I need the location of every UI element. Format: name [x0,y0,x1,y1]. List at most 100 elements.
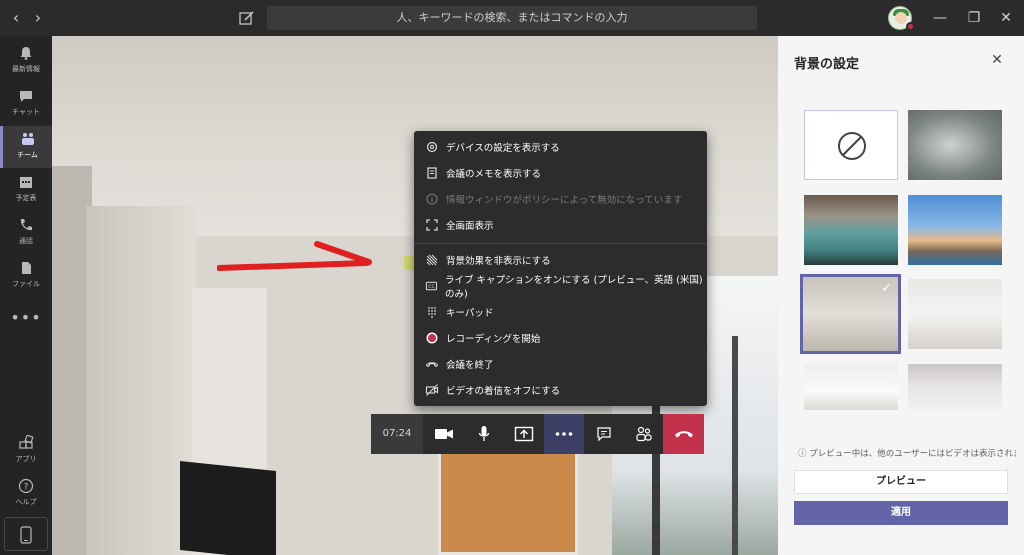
rail-label: 最新情報 [12,65,40,73]
menu-item-info-pane: 情報ウィンドウがポリシーによって無効になっています [414,186,707,212]
gear-icon [426,141,438,153]
share-screen-button[interactable] [504,414,544,454]
end-meeting-icon [425,362,439,368]
rail-item-calendar[interactable]: 予定表 [0,169,52,211]
menu-item-label: キーパッド [446,308,494,319]
rail-label: チャット [12,108,40,116]
camera-icon [435,429,453,439]
rail-item-help[interactable]: ? ヘルプ [0,473,52,515]
preview-button[interactable]: プレビュー [794,470,1008,494]
bell-icon [20,47,32,60]
menu-item-device-settings[interactable]: デバイスの設定を表示する [414,134,707,160]
menu-item-end-meeting[interactable]: 会議を終了 [414,351,707,377]
background-settings-panel: 背景の設定 ✕ ✓ ⓘ プレビュー中は、他のユーザーにはビデオは表示されま… プ… [778,36,1024,555]
background-room-selected[interactable]: ✓ [800,274,901,354]
menu-item-keypad[interactable]: キーパッド [414,299,707,325]
menu-item-label: 会議を終了 [446,360,494,371]
menu-item-label: 背景効果を非表示にする [446,256,551,267]
microphone-button[interactable] [464,414,504,454]
search-input[interactable]: 人、キーワードの検索、またはコマンドの入力 [267,6,757,30]
background-room-3[interactable] [804,364,898,410]
title-bar: ‹ › 人、キーワードの検索、またはコマンドの入力 — ❐ ✕ [0,0,1024,36]
rail-label: チーム [17,151,38,159]
camera-button[interactable] [424,414,464,454]
menu-item-fullscreen[interactable]: 全画面表示 [414,212,707,238]
restore-icon[interactable]: ❐ [964,8,984,28]
more-apps-icon[interactable]: ••• [0,308,52,327]
chat-button[interactable] [584,414,624,454]
info-icon: ⓘ [798,449,810,459]
background-room-4[interactable] [908,364,1002,410]
phone-icon [20,219,32,231]
rail-label: 予定表 [15,194,37,202]
apps-icon [19,435,34,449]
device-button[interactable] [4,517,48,551]
compose-icon[interactable] [238,9,256,27]
more-options-menu: デバイスの設定を表示する 会議のメモを表示する 情報ウィンドウがポリシーによって… [414,131,707,406]
menu-item-label: 会議のメモを表示する [446,169,542,180]
keypad-icon [428,307,436,318]
menu-item-label: 情報ウィンドウがポリシーによって無効になっています [446,195,683,206]
back-icon[interactable]: ‹ [6,8,26,28]
forward-icon[interactable]: › [28,8,48,28]
preview-info: ⓘ プレビュー中は、他のユーザーにはビデオは表示されま… [798,447,1016,459]
hang-up-icon [674,431,693,438]
presence-busy-icon [906,22,915,31]
menu-item-label: 全画面表示 [446,221,494,232]
rail-label: ヘルプ [15,498,37,506]
chat-bubble-icon [597,427,611,442]
participants-button[interactable] [624,414,664,454]
preview-info-text: プレビュー中は、他のユーザーにはビデオは表示されま… [809,449,1016,459]
menu-item-background-effects[interactable]: 背景効果を非表示にする [414,247,707,273]
svg-text:?: ? [24,483,29,493]
teams-icon [21,133,34,145]
background-room-2[interactable] [908,279,1002,349]
svg-text:CC: CC [428,284,434,290]
rail-label: ファイル [12,280,40,288]
menu-item-label: ビデオの着信をオフにする [446,386,561,397]
phone-device-icon [20,526,32,544]
background-none[interactable] [804,110,898,180]
notes-icon [427,167,437,179]
video-off-icon [425,384,439,396]
menu-item-label: デバイスの設定を表示する [446,143,560,154]
menu-divider [414,243,707,244]
background-effects-icon [426,254,438,266]
rail-item-teams[interactable]: チーム [0,126,52,168]
more-icon [555,432,573,436]
participants-icon [636,426,652,442]
rail-item-calls[interactable]: 通話 [0,212,52,254]
info-icon [426,193,438,205]
hang-up-button[interactable] [663,414,704,454]
rail-label: 通話 [19,237,33,245]
panel-title: 背景の設定 [794,57,860,72]
menu-item-start-recording[interactable]: レコーディングを開始 [414,325,707,351]
rail-item-files[interactable]: ファイル [0,255,52,297]
help-icon: ? [18,478,34,494]
minimize-icon[interactable]: — [930,8,950,28]
menu-item-label: レコーディングを開始 [446,334,541,345]
background-beach[interactable] [908,195,1002,265]
menu-item-turn-off-incoming-video[interactable]: ビデオの着信をオフにする [414,377,707,403]
rail-item-activity[interactable]: 最新情報 [0,40,52,82]
close-icon[interactable]: ✕ [988,51,1006,69]
apply-button[interactable]: 適用 [794,501,1008,525]
rail-item-apps[interactable]: アプリ [0,430,52,472]
fullscreen-icon [426,219,438,231]
call-controls: 07:24 [371,414,704,454]
share-screen-icon [514,426,534,442]
app-rail: 最新情報 チャット チーム 予定表 通話 ファイル ••• アプリ ? ヘルプ [0,36,52,555]
record-icon [426,332,438,344]
rail-item-chat[interactable]: チャット [0,83,52,125]
menu-item-meeting-notes[interactable]: 会議のメモを表示する [414,160,707,186]
menu-item-label: ライブ キャプションをオンにする (プレビュー、英語 (米国) のみ) [444,275,703,300]
calendar-icon [20,177,32,188]
close-window-icon[interactable]: ✕ [996,8,1016,28]
file-icon [22,262,31,274]
menu-item-live-captions[interactable]: CC ライブ キャプションをオンにする (プレビュー、英語 (米国) のみ) [414,273,707,300]
more-options-button[interactable] [544,414,584,454]
background-office[interactable] [804,195,898,265]
rail-label: アプリ [15,455,37,463]
background-blur[interactable] [908,110,1002,180]
microphone-icon [478,426,490,441]
